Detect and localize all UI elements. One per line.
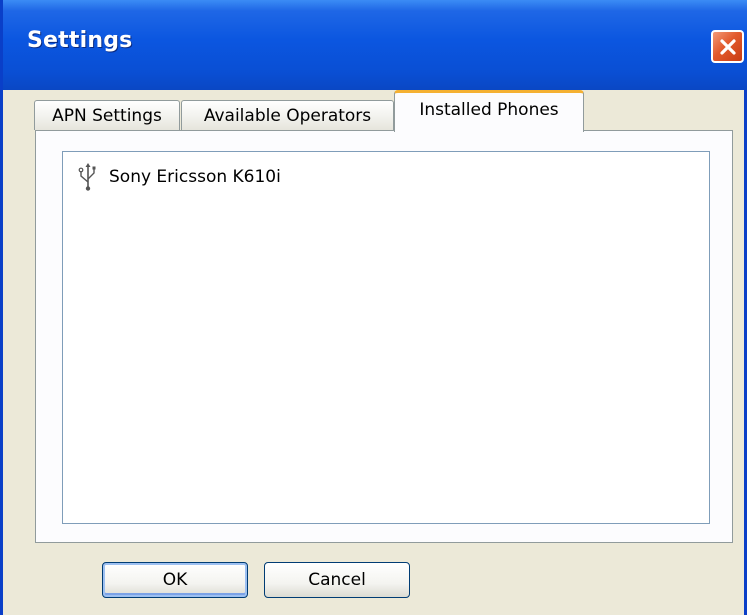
title-bar[interactable]: Settings [3, 0, 747, 90]
close-icon [719, 38, 736, 55]
tab-apn-settings[interactable]: APN Settings [34, 100, 180, 130]
tab-label: Installed Phones [419, 99, 559, 120]
tab-label: Available Operators [203, 105, 372, 126]
installed-phones-panel: Sony Ericsson K610i [35, 130, 733, 543]
ok-button[interactable]: OK [102, 562, 248, 598]
window-title: Settings [27, 28, 133, 53]
installed-phones-list[interactable]: Sony Ericsson K610i [62, 151, 710, 524]
ok-button-label: OK [162, 570, 188, 590]
tab-installed-phones[interactable]: Installed Phones [394, 90, 584, 132]
tab-available-operators[interactable]: Available Operators [181, 100, 394, 130]
close-button[interactable] [711, 30, 744, 63]
cancel-button[interactable]: Cancel [264, 562, 410, 598]
cancel-button-label: Cancel [308, 570, 366, 590]
phone-name: Sony Ericsson K610i [109, 167, 281, 187]
list-item[interactable]: Sony Ericsson K610i [77, 160, 281, 194]
tab-label: APN Settings [52, 105, 162, 126]
dialog-body: APN Settings Available Operators Install… [3, 90, 744, 615]
tab-strip: APN Settings Available Operators Install… [3, 90, 744, 132]
usb-icon [78, 163, 96, 191]
